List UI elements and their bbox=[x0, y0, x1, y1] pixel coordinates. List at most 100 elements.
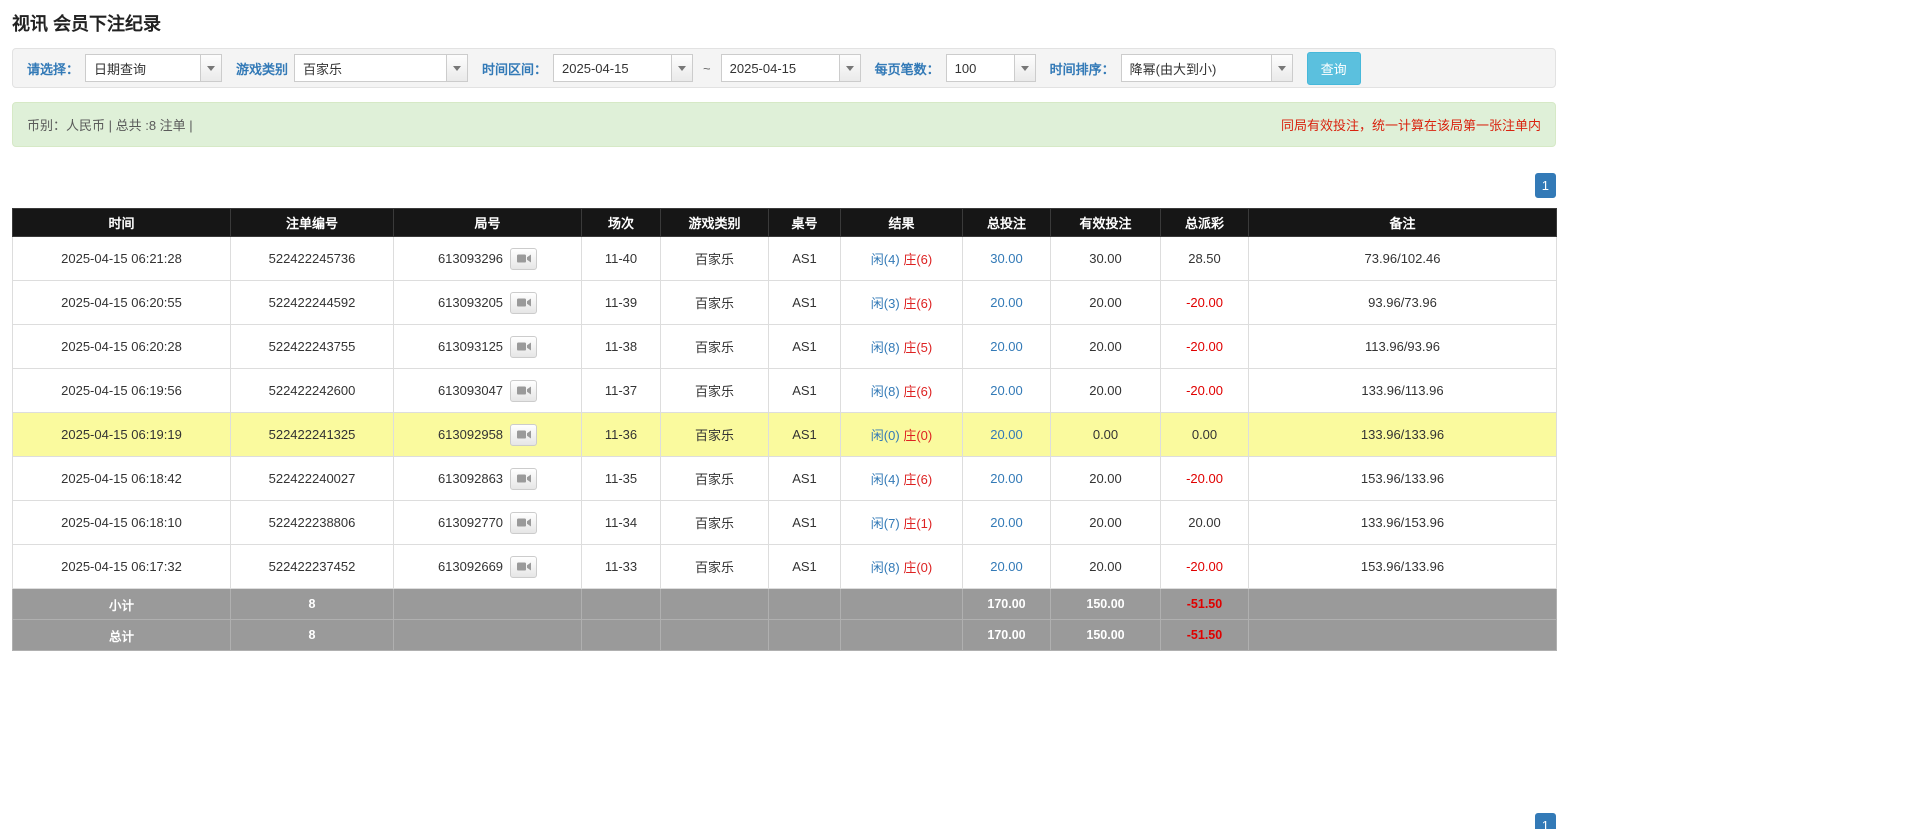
cell-bet-id: 522422244592 bbox=[231, 281, 394, 325]
game-type-combobox bbox=[294, 54, 468, 82]
page-size-dropdown-button[interactable] bbox=[1014, 54, 1036, 82]
total-bet-link[interactable]: 20.00 bbox=[990, 559, 1023, 574]
pagination-top: 1 bbox=[12, 173, 1556, 198]
total-bet-link[interactable]: 20.00 bbox=[990, 339, 1023, 354]
cell-valid-bet: 20.00 bbox=[1051, 501, 1161, 545]
result-player: 闲(7) bbox=[871, 516, 900, 531]
cell-round-id: 613092669 bbox=[394, 545, 582, 589]
video-replay-button[interactable] bbox=[510, 556, 537, 578]
video-replay-button[interactable] bbox=[510, 468, 537, 490]
video-camera-icon bbox=[517, 385, 531, 396]
query-type-combobox bbox=[85, 54, 222, 82]
cell-game-type: 百家乐 bbox=[661, 281, 769, 325]
cell-valid-bet: 0.00 bbox=[1051, 413, 1161, 457]
result-player: 闲(3) bbox=[871, 296, 900, 311]
result-banker: 庄(1) bbox=[903, 516, 932, 531]
filter-bar: 请选择： 游戏类别 时间区间： ~ 每页笔数： 时间排序： bbox=[12, 48, 1556, 88]
result-banker: 庄(6) bbox=[903, 296, 932, 311]
cell-game-type: 百家乐 bbox=[661, 501, 769, 545]
video-replay-button[interactable] bbox=[510, 336, 537, 358]
page-button-1[interactable]: 1 bbox=[1535, 173, 1556, 198]
summary-notice: 同局有效投注，统一计算在该局第一张注单内 bbox=[1281, 115, 1541, 134]
cell-payout: -20.00 bbox=[1161, 369, 1249, 413]
game-type-label: 游戏类别 bbox=[236, 59, 288, 78]
cell-time: 2025-04-15 06:20:28 bbox=[13, 325, 231, 369]
sort-order-input[interactable] bbox=[1121, 54, 1271, 82]
query-type-dropdown-button[interactable] bbox=[200, 54, 222, 82]
table-row[interactable]: 2025-04-15 06:19:56522422242600613093047… bbox=[13, 369, 1557, 413]
page-size-input[interactable] bbox=[946, 54, 1014, 82]
video-replay-button[interactable] bbox=[510, 424, 537, 446]
video-camera-icon bbox=[517, 253, 531, 264]
cell-payout: -20.00 bbox=[1161, 545, 1249, 589]
result-banker: 庄(0) bbox=[903, 560, 932, 575]
pagination-bottom: 1 bbox=[1535, 813, 1556, 829]
video-replay-button[interactable] bbox=[510, 380, 537, 402]
column-header: 结果 bbox=[841, 209, 963, 237]
result-player: 闲(4) bbox=[871, 252, 900, 267]
cell-session: 11-39 bbox=[582, 281, 661, 325]
search-button[interactable]: 查询 bbox=[1307, 52, 1361, 85]
game-type-dropdown-button[interactable] bbox=[446, 54, 468, 82]
page-button-1-bottom[interactable]: 1 bbox=[1535, 813, 1556, 829]
query-type-input[interactable] bbox=[85, 54, 200, 82]
result-banker: 庄(6) bbox=[903, 252, 932, 267]
chevron-down-icon bbox=[1278, 66, 1286, 71]
total-bet-link[interactable]: 30.00 bbox=[990, 251, 1023, 266]
cell-valid-bet: 20.00 bbox=[1051, 457, 1161, 501]
footer-count: 8 bbox=[231, 620, 394, 651]
date-from-input[interactable] bbox=[553, 54, 671, 82]
video-camera-icon bbox=[517, 473, 531, 484]
cell-session: 11-35 bbox=[582, 457, 661, 501]
table-row[interactable]: 2025-04-15 06:21:28522422245736613093296… bbox=[13, 237, 1557, 281]
video-replay-button[interactable] bbox=[510, 248, 537, 270]
result-player: 闲(8) bbox=[871, 384, 900, 399]
page-size-combobox bbox=[946, 54, 1036, 82]
total-bet-link[interactable]: 20.00 bbox=[990, 383, 1023, 398]
chevron-down-icon bbox=[453, 66, 461, 71]
column-header: 游戏类别 bbox=[661, 209, 769, 237]
cell-round-id: 613092958 bbox=[394, 413, 582, 457]
table-row[interactable]: 2025-04-15 06:19:19522422241325613092958… bbox=[13, 413, 1557, 457]
cell-total-bet: 20.00 bbox=[963, 501, 1051, 545]
date-to-input[interactable] bbox=[721, 54, 839, 82]
subtotal-row: 小计8170.00150.00-51.50 bbox=[13, 589, 1557, 620]
cell-round-id: 613092863 bbox=[394, 457, 582, 501]
total-bet-link[interactable]: 20.00 bbox=[990, 471, 1023, 486]
round-id-text: 613092669 bbox=[438, 559, 503, 574]
cell-payout: 20.00 bbox=[1161, 501, 1249, 545]
total-bet-link[interactable]: 20.00 bbox=[990, 295, 1023, 310]
cell-bet-id: 522422240027 bbox=[231, 457, 394, 501]
cell-remark: 133.96/133.96 bbox=[1249, 413, 1557, 457]
date-to-dropdown-button[interactable] bbox=[839, 54, 861, 82]
game-type-input[interactable] bbox=[294, 54, 446, 82]
video-replay-button[interactable] bbox=[510, 292, 537, 314]
cell-payout: 28.50 bbox=[1161, 237, 1249, 281]
video-replay-button[interactable] bbox=[510, 512, 537, 534]
table-footer: 小计8170.00150.00-51.50总计8170.00150.00-51.… bbox=[13, 589, 1557, 651]
table-row[interactable]: 2025-04-15 06:17:32522422237452613092669… bbox=[13, 545, 1557, 589]
total-bet-link[interactable]: 20.00 bbox=[990, 515, 1023, 530]
cell-bet-id: 522422238806 bbox=[231, 501, 394, 545]
page-size-label: 每页笔数： bbox=[875, 59, 940, 78]
table-row[interactable]: 2025-04-15 06:20:28522422243755613093125… bbox=[13, 325, 1557, 369]
cell-time: 2025-04-15 06:19:19 bbox=[13, 413, 231, 457]
cell-remark: 73.96/102.46 bbox=[1249, 237, 1557, 281]
cell-table-no: AS1 bbox=[769, 325, 841, 369]
column-header: 有效投注 bbox=[1051, 209, 1161, 237]
table-row[interactable]: 2025-04-15 06:20:55522422244592613093205… bbox=[13, 281, 1557, 325]
cell-round-id: 613093047 bbox=[394, 369, 582, 413]
cell-remark: 153.96/133.96 bbox=[1249, 545, 1557, 589]
round-id-text: 613093047 bbox=[438, 383, 503, 398]
total-bet-link[interactable]: 20.00 bbox=[990, 427, 1023, 442]
sort-order-dropdown-button[interactable] bbox=[1271, 54, 1293, 82]
table-row[interactable]: 2025-04-15 06:18:10522422238806613092770… bbox=[13, 501, 1557, 545]
table-row[interactable]: 2025-04-15 06:18:42522422240027613092863… bbox=[13, 457, 1557, 501]
total-row: 总计8170.00150.00-51.50 bbox=[13, 620, 1557, 651]
cell-result: 闲(8) 庄(5) bbox=[841, 325, 963, 369]
footer-label: 小计 bbox=[13, 589, 231, 620]
cell-total-bet: 20.00 bbox=[963, 457, 1051, 501]
column-header: 桌号 bbox=[769, 209, 841, 237]
cell-result: 闲(4) 庄(6) bbox=[841, 457, 963, 501]
date-from-dropdown-button[interactable] bbox=[671, 54, 693, 82]
